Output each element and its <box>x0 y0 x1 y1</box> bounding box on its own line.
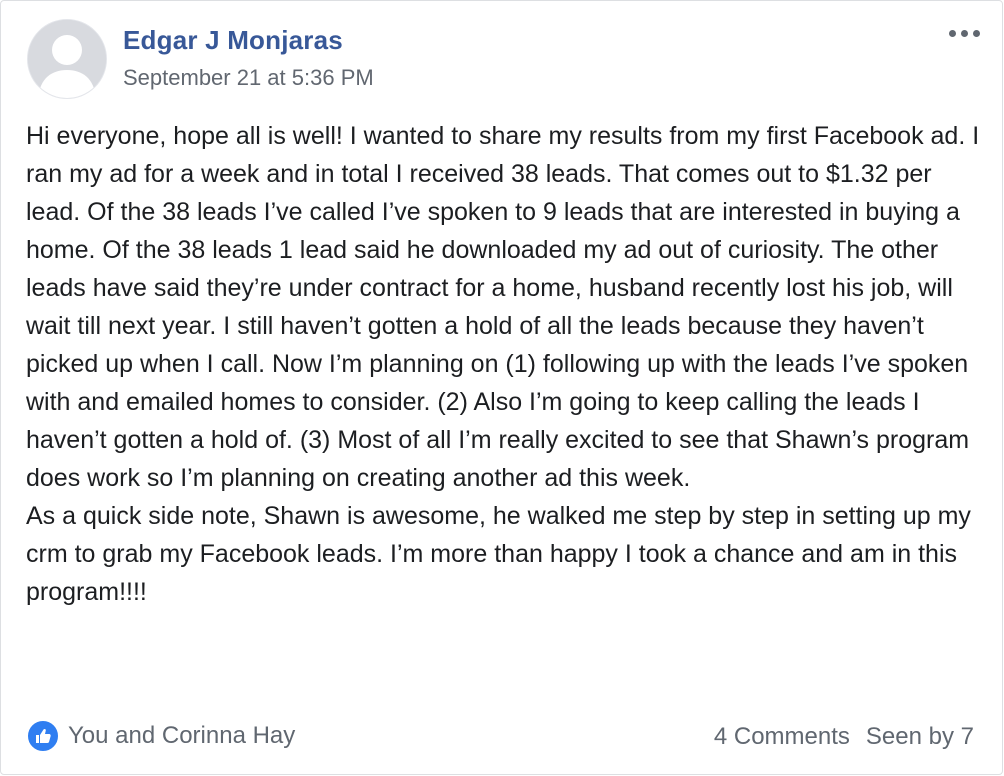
reactions-summary[interactable]: You and Corinna Hay <box>26 719 295 753</box>
author-avatar[interactable] <box>27 19 107 99</box>
post-paragraph: Hi everyone, hope all is well! I wanted … <box>26 122 987 492</box>
reactions-text: You and Corinna Hay <box>68 722 296 749</box>
post-timestamp-link[interactable]: September 21 at 5:36 PM <box>123 65 374 91</box>
comments-count-link[interactable]: 4 Comments <box>714 723 850 751</box>
post-card: Edgar J Monjaras September 21 at 5:36 PM… <box>0 0 1003 775</box>
more-options-button[interactable] <box>944 21 984 45</box>
post-footer: You and Corinna Hay 4 Comments Seen by 7 <box>1 719 1002 761</box>
more-options-icon-dot <box>972 29 980 37</box>
post-body: Hi everyone, hope all is well! I wanted … <box>26 117 986 611</box>
more-options-icon-dot <box>960 29 968 37</box>
thumbs-up-icon <box>26 719 60 753</box>
post-paragraph: As a quick side note, Shawn is awesome, … <box>26 502 978 606</box>
more-options-icon <box>948 29 956 37</box>
author-name-link[interactable]: Edgar J Monjaras <box>123 25 343 56</box>
post-stats: 4 Comments Seen by 7 <box>714 723 974 751</box>
seen-by-link[interactable]: Seen by 7 <box>866 723 974 751</box>
default-profile-silhouette-icon <box>28 20 106 98</box>
